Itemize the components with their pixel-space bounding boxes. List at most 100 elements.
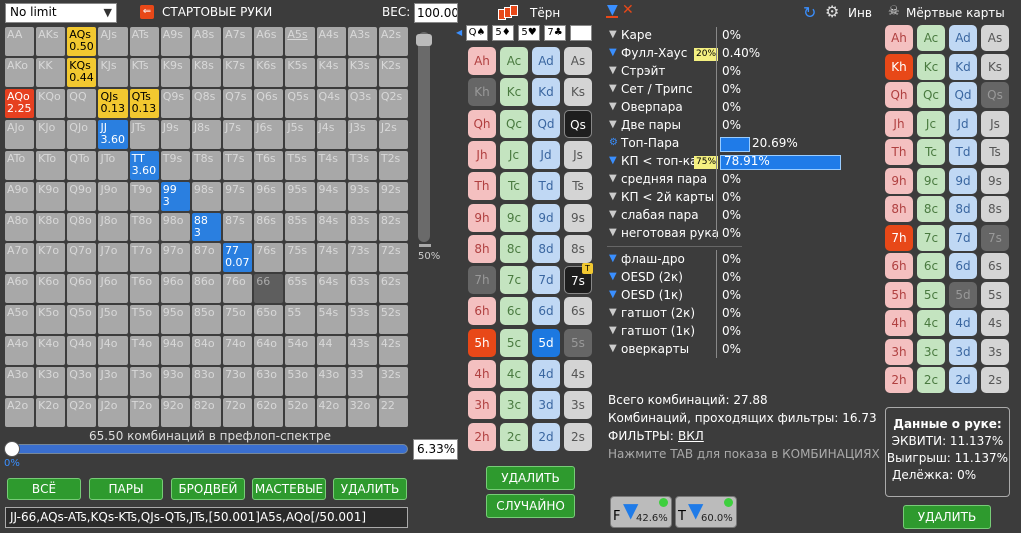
random-button[interactable]: СЛУЧАЙНО (486, 494, 575, 518)
grid-cell[interactable]: KQs 0.44 (67, 57, 97, 87)
grid-cell[interactable]: KTs (129, 57, 159, 87)
dead-card[interactable]: Th (885, 139, 913, 165)
grid-cell[interactable]: 66 (254, 274, 284, 304)
grid-cell[interactable]: 54o (285, 336, 315, 366)
dead-card[interactable]: Ks (981, 53, 1009, 80)
grid-cell[interactable]: 92o (160, 398, 190, 427)
grid-cell[interactable]: 22 (378, 398, 408, 427)
grid-cell[interactable]: T4o (129, 336, 159, 366)
dead-card[interactable]: 2h (885, 367, 913, 393)
grid-cell[interactable]: J3o (98, 367, 128, 397)
grid-cell[interactable]: A6o (5, 274, 35, 304)
grid-cell[interactable]: J9s (160, 119, 190, 149)
turn-card[interactable]: 9h (468, 203, 496, 232)
dead-card[interactable]: 3c (917, 338, 945, 365)
dead-card[interactable]: Ac (917, 25, 945, 51)
grid-cell[interactable]: KTo (36, 150, 66, 180)
grid-cell[interactable]: K5s (285, 57, 315, 87)
grid-cell[interactable]: A3o (5, 367, 35, 397)
grid-cell[interactable]: A2s (378, 27, 408, 56)
clear-filter-icon[interactable]: ✕ (622, 2, 634, 18)
grid-cell[interactable]: K2s (378, 57, 408, 87)
turn-card[interactable]: 6c (500, 297, 528, 326)
grid-cell[interactable]: J2s (378, 119, 408, 149)
filter-icon[interactable]: ▼ (609, 47, 617, 58)
dead-card[interactable]: 8c (917, 196, 945, 222)
filter-icon[interactable]: ▼ (609, 271, 617, 282)
grid-cell[interactable]: AKs (36, 27, 66, 56)
range-text-field[interactable]: JJ-66,AQs-ATs,KQs-KTs,QJs-QTs,JTs,[50.00… (5, 507, 408, 528)
grid-cell[interactable]: Q8s (191, 88, 222, 118)
dead-card[interactable]: Qs (981, 82, 1009, 108)
grid-cell[interactable]: 85o (191, 305, 222, 335)
broadway-button[interactable]: БРОДВЕЙ (171, 478, 245, 500)
back-arrow-icon[interactable]: ⇐ (140, 5, 154, 19)
dead-card[interactable]: 4h (885, 310, 913, 336)
grid-cell[interactable]: T2s (378, 150, 408, 180)
turn-card[interactable]: 3s (564, 391, 592, 420)
filter-icon[interactable]: ▼ (609, 343, 617, 354)
grid-cell[interactable]: K4o (36, 336, 66, 366)
grid-cell[interactable]: KJs (98, 57, 128, 87)
grid-cell[interactable]: J6o (98, 274, 128, 304)
turn-card[interactable]: Jd (532, 140, 560, 169)
filter-t-button[interactable]: T ▼ 60.0% (675, 496, 737, 528)
filter-icon[interactable]: ▼ (609, 101, 617, 112)
grid-cell[interactable]: K9s (160, 57, 190, 87)
grid-cell[interactable]: Q9o (67, 181, 97, 211)
turn-card[interactable]: Kc (500, 78, 528, 107)
grid-cell[interactable]: 74o (223, 336, 253, 366)
turn-card[interactable]: 9c (500, 203, 528, 232)
dead-card[interactable]: 2d (949, 367, 977, 393)
grid-cell[interactable]: 86s (254, 212, 284, 242)
grid-cell[interactable]: 43o (316, 367, 346, 397)
grid-cell[interactable]: JJ 3.60 (98, 119, 128, 149)
turn-card[interactable]: 4d (532, 360, 560, 388)
grid-cell[interactable]: A8s (191, 27, 222, 56)
pairs-button[interactable]: ПАРЫ (89, 478, 163, 500)
grid-cell[interactable]: T3s (347, 150, 377, 180)
dead-card[interactable]: 5h (885, 281, 913, 308)
dead-card[interactable]: Jh (885, 110, 913, 137)
grid-cell[interactable]: 53s (347, 305, 377, 335)
grid-cell[interactable]: Q9s (160, 88, 190, 118)
grid-cell[interactable]: K2o (36, 398, 66, 427)
grid-cell[interactable]: ATo (5, 150, 35, 180)
grid-cell[interactable]: 95o (160, 305, 190, 335)
dead-card[interactable]: Js (981, 110, 1009, 137)
grid-cell[interactable]: J4s (316, 119, 346, 149)
turn-card[interactable]: Td (532, 172, 560, 201)
turn-card[interactable]: 6h (468, 297, 496, 326)
dead-card[interactable]: Qc (917, 82, 945, 108)
turn-delete-button[interactable]: УДАЛИТЬ (486, 466, 575, 490)
turn-card[interactable]: 2d (532, 422, 560, 451)
grid-cell[interactable]: 86o (191, 274, 222, 304)
dead-card[interactable]: 9c (917, 167, 945, 194)
dead-card[interactable]: 4s (981, 310, 1009, 336)
dead-card[interactable]: 4d (949, 310, 977, 336)
grid-cell[interactable]: 54s (316, 305, 346, 335)
turn-card[interactable]: 5d (532, 328, 560, 357)
grid-cell[interactable]: KJo (36, 119, 66, 149)
grid-cell[interactable]: 84o (191, 336, 222, 366)
grid-cell[interactable]: J7o (98, 243, 128, 273)
grid-cell[interactable]: Q2o (67, 398, 97, 427)
grid-cell[interactable]: J4o (98, 336, 128, 366)
filter-icon[interactable]: ▼ (609, 83, 617, 94)
dead-card[interactable]: 3s (981, 338, 1009, 365)
dead-card[interactable]: 5c (917, 281, 945, 308)
limit-select[interactable]: No limit ▼ (5, 3, 117, 23)
grid-cell[interactable]: 72o (223, 398, 253, 427)
filter-icon[interactable]: ▼ (609, 173, 617, 184)
grid-cell[interactable]: KK (36, 57, 66, 87)
grid-cell[interactable]: T8s (191, 150, 222, 180)
dead-card[interactable]: 2s (981, 367, 1009, 393)
grid-cell[interactable]: K3s (347, 57, 377, 87)
grid-cell[interactable]: 62s (378, 274, 408, 304)
grid-cell[interactable]: 64s (316, 274, 346, 304)
grid-cell[interactable]: 62o (254, 398, 284, 427)
grid-cell[interactable]: 65o (254, 305, 284, 335)
gear-icon[interactable]: ⚙ (825, 2, 839, 21)
dead-card[interactable]: 9d (949, 167, 977, 194)
dead-card[interactable]: 8h (885, 196, 913, 222)
